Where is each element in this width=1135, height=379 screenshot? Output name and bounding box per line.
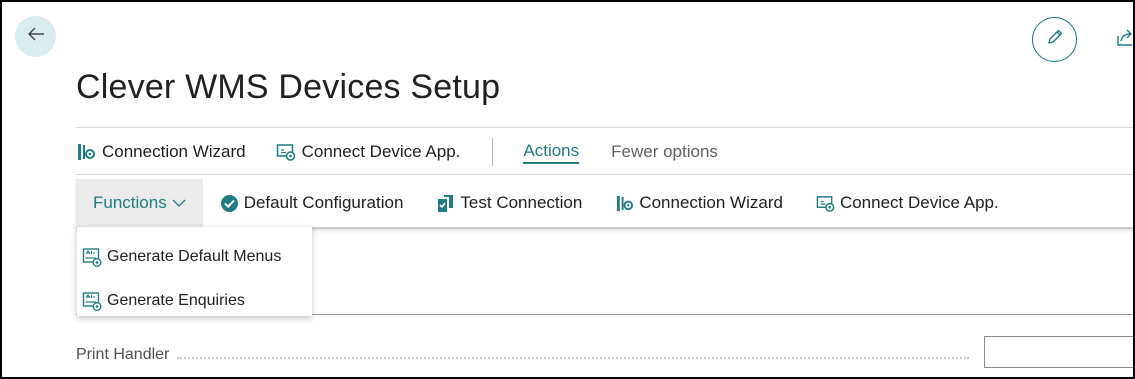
wizard-icon [615, 194, 634, 213]
generate-default-menus-menu-item[interactable]: Generate Default Menus [77, 235, 312, 279]
edit-button[interactable] [1032, 17, 1077, 62]
connect-device-app-button[interactable]: Connect Device App. [816, 193, 999, 213]
test-connection-button[interactable]: Test Connection [436, 193, 582, 213]
functions-label: Functions [93, 193, 167, 212]
fewer-options-button[interactable]: Fewer options [611, 142, 718, 162]
connection-wizard-button[interactable]: Connection Wizard [615, 193, 783, 213]
chevron-down-icon [172, 198, 186, 208]
promoted-connect-device-app-button[interactable]: Connect Device App. [276, 142, 461, 162]
test-connection-icon [436, 194, 455, 213]
promoted-connection-wizard-label: Connection Wizard [102, 142, 246, 161]
functions-dropdown-menu: Generate Default Menus Generate Enquirie… [77, 227, 312, 316]
divider [76, 174, 1133, 175]
generate-enquiries-label: Generate Enquiries [107, 292, 245, 309]
generate-icon [82, 247, 103, 268]
print-handler-field-row: Print Handler [76, 336, 1133, 370]
functions-menu-button[interactable]: Functions [76, 179, 203, 227]
back-button[interactable] [15, 16, 56, 57]
connect-device-icon [276, 142, 296, 162]
pencil-icon [1045, 27, 1065, 52]
connection-wizard-label: Connection Wizard [639, 193, 783, 212]
action-bar: Functions Default Configuration Test Con… [76, 179, 1133, 229]
generate-enquiries-menu-item[interactable]: Generate Enquiries [77, 279, 312, 323]
connect-device-icon [816, 194, 835, 213]
page-title: Clever WMS Devices Setup [76, 68, 501, 106]
toolbar-separator [492, 138, 494, 166]
page-frame: Clever WMS Devices Setup Connection Wiza… [0, 0, 1135, 379]
wizard-icon [76, 142, 96, 162]
print-handler-label: Print Handler [76, 346, 170, 363]
promoted-actions-bar: Connection Wizard Connect Device App. Ac… [76, 132, 718, 172]
divider [76, 127, 1133, 128]
tab-actions[interactable]: Actions [523, 141, 580, 164]
dotted-leader [177, 357, 970, 359]
test-connection-label: Test Connection [460, 193, 583, 212]
share-button[interactable] [1115, 27, 1133, 49]
check-circle-icon [220, 194, 239, 213]
share-icon [1115, 29, 1133, 53]
generate-default-menus-label: Generate Default Menus [107, 248, 282, 265]
default-configuration-button[interactable]: Default Configuration [220, 193, 404, 213]
arrow-left-icon [26, 24, 46, 49]
print-handler-input[interactable] [984, 336, 1133, 368]
promoted-connection-wizard-button[interactable]: Connection Wizard [76, 142, 246, 162]
default-configuration-label: Default Configuration [243, 193, 404, 212]
generate-icon [82, 291, 103, 312]
connect-device-app-label: Connect Device App. [839, 193, 999, 212]
promoted-connect-device-app-label: Connect Device App. [301, 142, 461, 161]
